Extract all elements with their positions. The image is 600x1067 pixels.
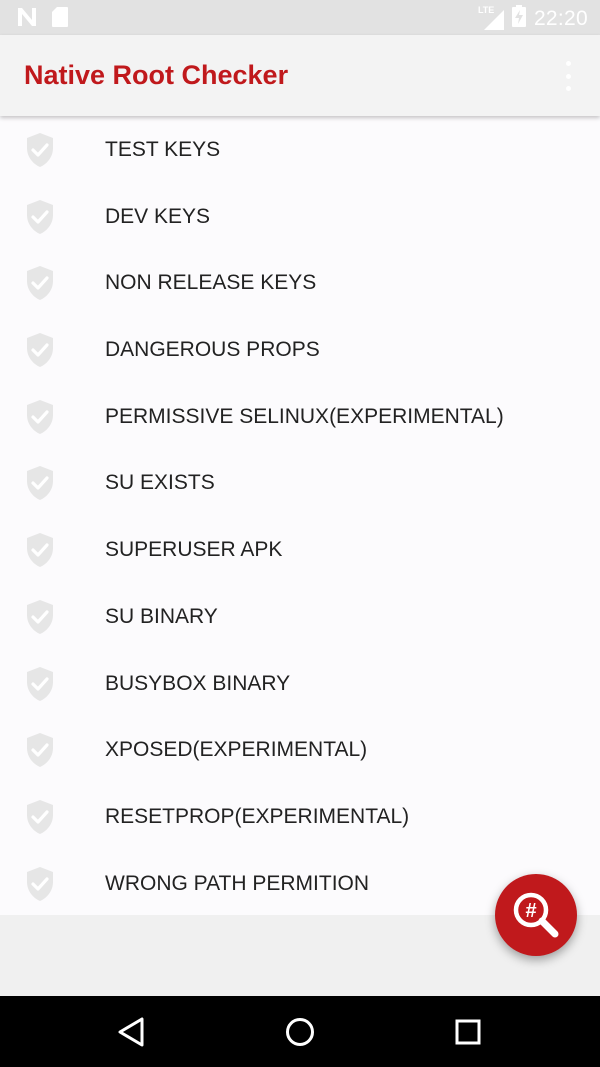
list-item[interactable]: DANGEROUS PROPS	[0, 316, 600, 383]
shield-check-icon	[25, 866, 55, 902]
shield-check-icon	[25, 666, 55, 702]
check-label: WRONG PATH PERMITION	[105, 871, 370, 895]
check-label: SU BINARY	[105, 604, 218, 628]
more-vert-icon[interactable]	[554, 61, 582, 91]
shield-check-icon	[25, 199, 55, 235]
list-item[interactable]: SU EXISTS	[0, 449, 600, 516]
shield-check-icon	[25, 465, 55, 501]
check-label: XPOSED(EXPERIMENTAL)	[105, 738, 368, 762]
list-item[interactable]: SUPERUSER APK	[0, 516, 600, 583]
hash-glyph: #	[525, 900, 536, 922]
shield-check-icon	[25, 799, 55, 835]
shield-check-icon	[25, 265, 55, 301]
navigation-bar	[0, 996, 600, 1067]
check-label: RESETPROP(EXPERIMENTAL)	[105, 804, 410, 828]
page-title: Native Root Checker	[24, 60, 289, 90]
list-item[interactable]: RESETPROP(EXPERIMENTAL)	[0, 783, 600, 850]
lte-signal-icon: LTE	[478, 5, 504, 30]
list-item[interactable]: XPOSED(EXPERIMENTAL)	[0, 716, 600, 783]
check-label: PERMISSIVE SELINUX(EXPERIMENTAL)	[105, 404, 504, 428]
status-bar: LTE 22:20	[0, 0, 600, 35]
shield-check-icon	[25, 132, 55, 168]
list-item[interactable]: BUSYBOX BINARY	[0, 650, 600, 717]
shield-check-icon	[25, 532, 55, 568]
check-label: SUPERUSER APK	[105, 538, 283, 562]
check-label: NON RELEASE KEYS	[105, 271, 317, 295]
checks-list: TEST KEYS DEV KEYS NON RELEASE KEYS DANG…	[0, 116, 600, 915]
hash-search-icon: #	[513, 892, 559, 938]
shield-check-icon	[25, 599, 55, 635]
check-label: TEST KEYS	[105, 138, 221, 161]
check-label: DEV KEYS	[105, 204, 211, 228]
shield-check-icon	[25, 399, 55, 435]
list-item[interactable]: SU BINARY	[0, 583, 600, 650]
n-notification-icon	[16, 7, 38, 32]
scan-fab-button[interactable]: #	[495, 874, 577, 956]
check-label: SU EXISTS	[105, 471, 215, 495]
back-triangle-icon[interactable]	[114, 1014, 150, 1050]
app-bar: Native Root Checker	[0, 35, 600, 116]
recents-square-icon[interactable]	[450, 1014, 486, 1050]
check-label: DANGEROUS PROPS	[105, 338, 320, 362]
check-label: BUSYBOX BINARY	[105, 671, 291, 695]
sd-card-icon	[52, 7, 68, 32]
list-item[interactable]: PERMISSIVE SELINUX(EXPERIMENTAL)	[0, 383, 600, 450]
list-item[interactable]: TEST KEYS	[0, 116, 600, 183]
shield-check-icon	[25, 732, 55, 768]
home-circle-icon[interactable]	[282, 1014, 318, 1050]
list-item[interactable]: DEV KEYS	[0, 183, 600, 250]
list-item[interactable]: NON RELEASE KEYS	[0, 249, 600, 316]
status-time: 22:20	[533, 6, 588, 30]
battery-charging-icon	[511, 5, 526, 32]
shield-check-icon	[25, 332, 55, 368]
